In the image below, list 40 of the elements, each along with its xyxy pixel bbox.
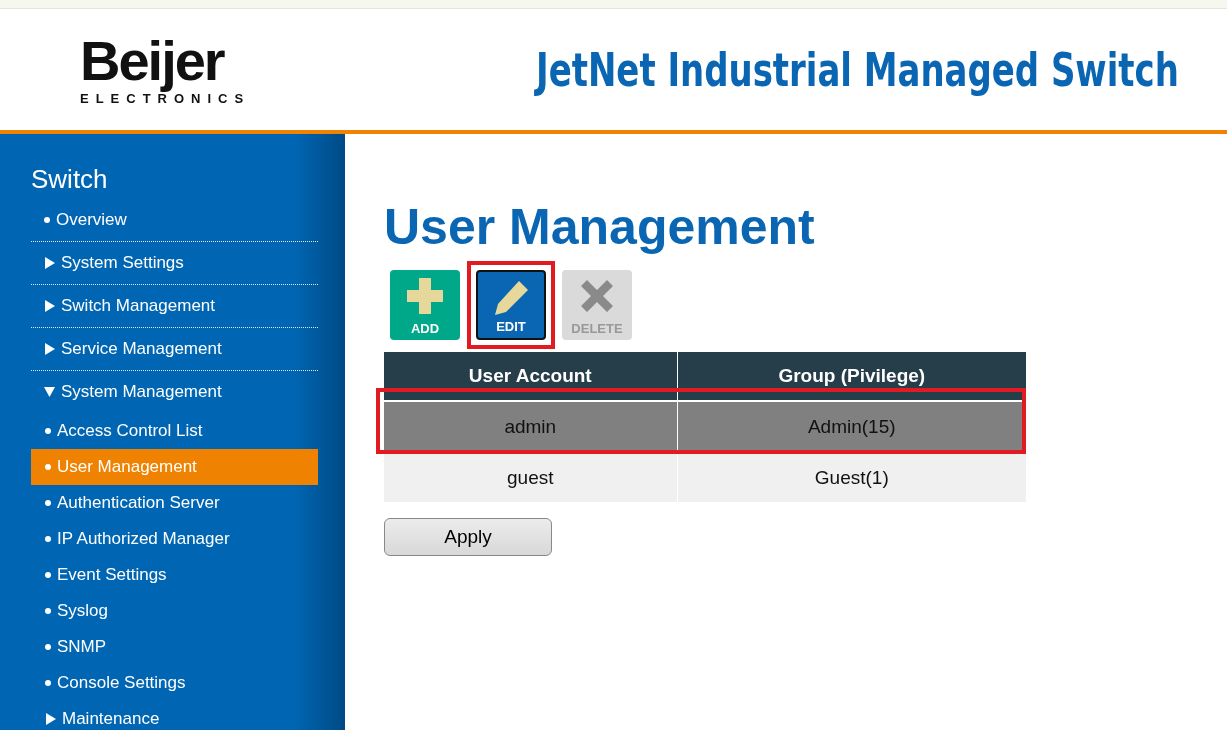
bullet-icon <box>45 428 51 434</box>
bullet-icon <box>45 680 51 686</box>
table-row[interactable]: guest Guest(1) <box>384 452 1026 502</box>
nav-item[interactable]: System Management <box>44 371 318 413</box>
sidebar-title: Switch <box>31 164 109 195</box>
table-cell: admin <box>384 401 678 452</box>
triangle-right-icon <box>45 713 56 725</box>
bullet-icon <box>45 644 51 650</box>
bullet-icon <box>45 464 51 470</box>
edit-button[interactable]: EDIT <box>476 270 546 340</box>
nav-item[interactable]: Service Management <box>44 328 318 370</box>
bullet-icon <box>45 608 51 614</box>
apply-button[interactable]: Apply <box>384 518 552 556</box>
page-title: User Management <box>384 198 815 256</box>
add-button[interactable]: ADD <box>390 270 460 340</box>
table-cell: guest <box>384 452 678 502</box>
nav-item[interactable]: Console Settings <box>31 665 318 701</box>
nav-item[interactable]: Event Settings <box>31 557 318 593</box>
product-title: JetNet Industrial Managed Switch <box>536 42 1179 97</box>
nav-item[interactable]: Maintenance <box>31 701 318 730</box>
table-cell: Guest(1) <box>677 452 1026 502</box>
bullet-icon <box>45 572 51 578</box>
nav-item[interactable]: Syslog <box>31 593 318 629</box>
triangle-down-icon <box>44 386 55 398</box>
nav-item[interactable]: Authentication Server <box>31 485 318 521</box>
nav-item[interactable]: Access Control List <box>31 413 318 449</box>
logo-subtitle: ELECTRONICS <box>80 91 251 106</box>
bullet-icon <box>44 217 50 223</box>
plus-icon <box>405 276 445 316</box>
bullet-icon <box>45 500 51 506</box>
nav-item[interactable]: Switch Management <box>44 285 318 327</box>
bullet-icon <box>45 536 51 542</box>
nav-item[interactable]: IP Authorized Manager <box>31 521 318 557</box>
triangle-right-icon <box>44 300 55 312</box>
triangle-right-icon <box>44 257 55 269</box>
nav-item[interactable]: System Settings <box>44 242 318 284</box>
nav-item[interactable]: Overview <box>44 199 318 241</box>
nav-item[interactable]: SNMP <box>31 629 318 665</box>
triangle-right-icon <box>44 343 55 355</box>
table-cell: Admin(15) <box>677 401 1026 452</box>
